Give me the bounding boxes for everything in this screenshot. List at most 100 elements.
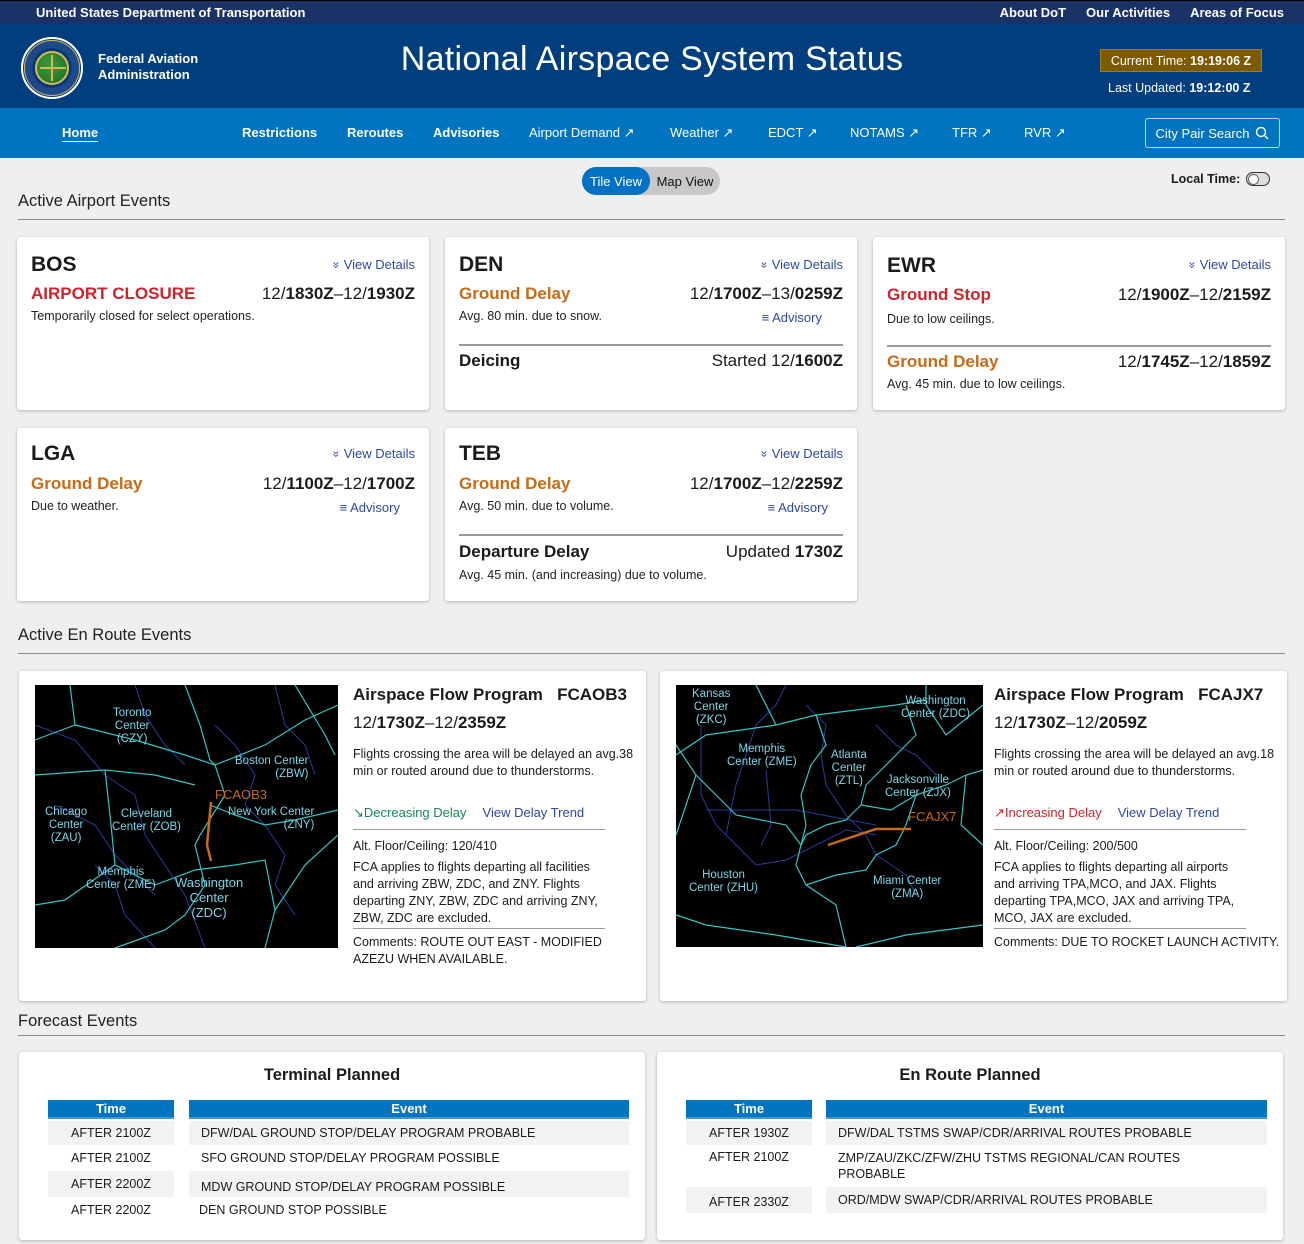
event-divider — [459, 534, 843, 536]
nav-advisories[interactable]: Advisories — [433, 125, 499, 140]
event-status: Updated 1730Z — [726, 542, 843, 562]
map-label: Atlanta Center (ZTL) — [831, 749, 867, 787]
section-title-enroute: Active En Route Events — [18, 626, 192, 644]
our-activities-link[interactable]: Our Activities — [1086, 5, 1170, 20]
nav-home[interactable]: Home — [62, 125, 98, 140]
alt-floor-ceiling: Alt. Floor/Ceiling: 120/410 — [353, 839, 497, 853]
areas-of-focus-link[interactable]: Areas of Focus — [1190, 5, 1284, 20]
search-icon — [1256, 126, 1269, 140]
dot-agency-name: United States Department of Transportati… — [36, 5, 306, 20]
local-time-control: Local Time: — [1171, 172, 1271, 186]
city-pair-search-button[interactable]: City Pair Search — [1145, 118, 1280, 148]
double-chevron-down-icon: »︎ — [1185, 261, 1200, 269]
status-value: 1600Z — [794, 351, 843, 370]
map-label: Memphis Center (ZME) — [86, 866, 156, 891]
list-lines-icon: ≡ — [767, 500, 776, 515]
view-details-link[interactable]: »︎ View Details — [757, 257, 843, 272]
program-id: FCAJX7 — [1198, 685, 1264, 704]
airport-card-den: DEN »︎ View Details Ground Delay 12/1700… — [445, 237, 857, 410]
section-title-forecast: Forecast Events — [18, 1012, 138, 1030]
map-label: Boston Center (ZBW) — [235, 755, 309, 780]
current-time-value: 19:19:06 Z — [1190, 53, 1252, 68]
view-delay-trend-link[interactable]: View Delay Trend — [483, 805, 585, 821]
end-time: 1859Z — [1222, 352, 1271, 371]
program-id: FCAOB3 — [557, 685, 627, 704]
airport-event: Departure Delay Updated 1730Z Avg. 45 mi… — [459, 542, 843, 582]
double-chevron-down-icon: »︎ — [757, 261, 772, 269]
about-dot-link[interactable]: About DoT — [1000, 5, 1066, 20]
advisory-link[interactable]: ≡ Advisory — [762, 310, 822, 325]
dot-links: About DoT Our Activities Areas of Focus — [1000, 5, 1284, 20]
end-day: 12/ — [1199, 352, 1223, 371]
current-time-label: Current Time: — [1110, 53, 1187, 68]
view-delay-trend-link[interactable]: View Delay Trend — [1118, 805, 1220, 821]
section-divider — [18, 653, 1285, 654]
fca-applicability: FCA applies to flights departing all fac… — [353, 859, 605, 929]
airport-event: AIRPORT CLOSURE 12/1830Z–12/1930Z Tempor… — [31, 284, 415, 323]
end-time: 2359Z — [457, 713, 507, 732]
end-day: 12/ — [1075, 713, 1099, 732]
map-label: New York Center (ZNY) — [228, 806, 315, 831]
map-label: Memphis Center (ZME) — [727, 743, 797, 768]
start-time: 1830Z — [285, 284, 334, 303]
nav-airport-demand[interactable]: Airport Demand ↗ — [529, 125, 635, 141]
program-type: Airspace Flow Program — [353, 685, 543, 704]
tile-view-button[interactable]: Tile View — [582, 167, 650, 195]
list-lines-icon: ≡ — [339, 500, 348, 515]
nav-weather[interactable]: Weather ↗ — [670, 125, 733, 141]
start-day: 12/ — [689, 474, 714, 493]
event-time-range: 12/1100Z–12/1700Z — [262, 474, 415, 493]
nav-tfr[interactable]: TFR ↗ — [952, 125, 992, 141]
start-time: 1730Z — [376, 713, 425, 732]
advisory-link[interactable]: ≡ Advisory — [340, 500, 400, 515]
map-label: Washington Center (ZDC) — [901, 695, 971, 720]
status-prefix: Updated — [725, 542, 795, 561]
dot-top-bar: United States Department of Transportati… — [0, 0, 1304, 24]
last-updated-label: Last Updated: — [1108, 81, 1186, 95]
end-day: 12/ — [771, 474, 795, 493]
airport-event: Ground Delay 12/1745Z–12/1859Z Avg. 45 m… — [887, 352, 1271, 391]
airport-card-lga: LGA »︎ View Details Ground Delay 12/1100… — [17, 428, 429, 601]
table-cell-time: AFTER 2100Z — [71, 1151, 151, 1165]
nav-reroutes[interactable]: Reroutes — [347, 125, 403, 140]
view-details-link[interactable]: »︎ View Details — [329, 257, 415, 272]
end-time: 2159Z — [1222, 285, 1271, 304]
view-details-link[interactable]: »︎ View Details — [758, 446, 843, 461]
start-day: 12/ — [353, 713, 377, 732]
view-details-link[interactable]: »︎ View Details — [1185, 257, 1271, 272]
city-pair-search-label: City Pair Search — [1155, 125, 1250, 141]
map-fca-label: FCAJX7 — [908, 809, 957, 824]
enroute-card-fcaob3: Toronto Center (CZY) Boston Center (ZBW)… — [19, 671, 646, 1001]
event-time-range: 12/1700Z–12/2259Z — [689, 474, 843, 493]
advisory-link[interactable]: ≡ Advisory — [768, 500, 828, 515]
event-description: Due to low ceilings. — [887, 312, 995, 326]
program-time-range: 12/1730Z–12/2059Z — [994, 713, 1148, 732]
status-value: 1730Z — [794, 542, 843, 561]
section-divider — [18, 219, 1285, 220]
advisory-label: Advisory — [772, 310, 822, 325]
fca-map[interactable]: Toronto Center (CZY) Boston Center (ZBW)… — [35, 685, 338, 948]
nav-edct[interactable]: EDCT ↗ — [768, 125, 818, 141]
view-details-link[interactable]: »︎ View Details — [330, 446, 415, 461]
fca-map[interactable]: Kansas Center (ZKC) Washington Center (Z… — [676, 685, 983, 947]
map-label: Miami Center (ZMA) — [873, 875, 942, 900]
nav-restrictions[interactable]: Restrictions — [242, 125, 317, 140]
nav-notams[interactable]: NOTAMS ↗ — [850, 125, 919, 141]
start-day: 12/ — [994, 713, 1018, 732]
end-time: 1700Z — [366, 474, 415, 493]
local-time-toggle[interactable] — [1246, 172, 1271, 186]
table-cell-time: AFTER 1930Z — [686, 1121, 812, 1145]
map-view-button[interactable]: Map View — [650, 167, 720, 195]
view-details-label: View Details — [771, 257, 843, 272]
airport-code: DEN — [459, 253, 504, 276]
end-day: 12/ — [343, 284, 367, 303]
event-description: Avg. 45 min. (and increasing) due to vol… — [459, 568, 707, 582]
start-day: 12/ — [1117, 352, 1142, 371]
table-cell-time: AFTER 2100Z — [709, 1150, 789, 1164]
nav-rvr[interactable]: RVR ↗ — [1024, 125, 1066, 141]
start-day: 12/ — [1117, 285, 1142, 304]
double-chevron-down-icon: »︎ — [329, 261, 344, 269]
program-summary: Flights crossing the area will be delaye… — [353, 747, 634, 778]
main-nav: Home Restrictions Reroutes Advisories Ai… — [0, 108, 1304, 158]
trending-up-icon: ↗ — [994, 805, 1005, 820]
